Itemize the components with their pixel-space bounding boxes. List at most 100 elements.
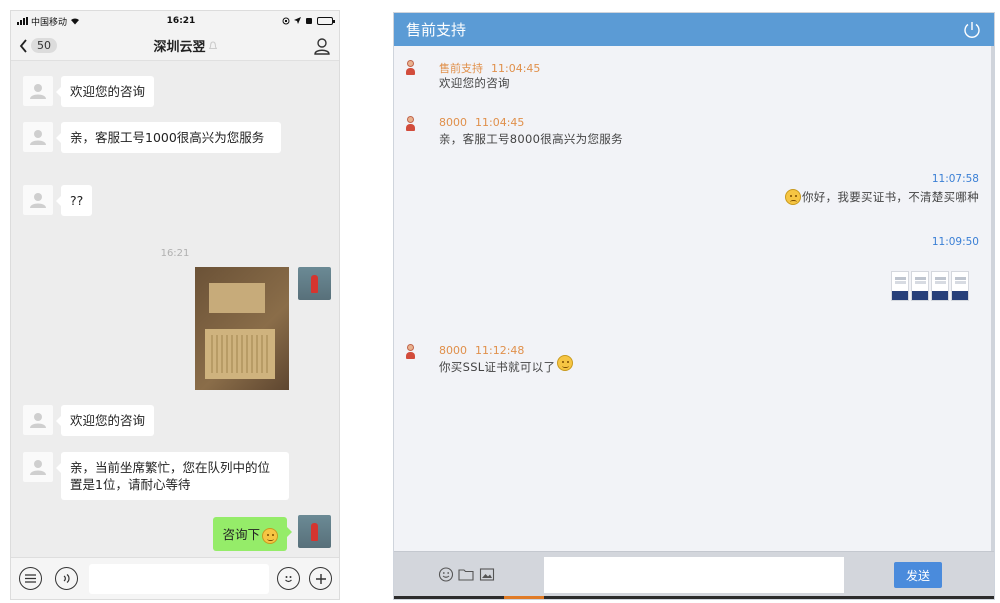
scrollbar[interactable] [991, 46, 994, 551]
chat-timestamp: 16:21 [160, 248, 190, 259]
folder-icon [458, 569, 474, 581]
footer-divider [394, 596, 994, 599]
emoji-face-icon [438, 567, 454, 582]
battery-icon [316, 17, 335, 25]
mobile-chat-screen: 中国移动 16:21 50 深圳云翌 欢迎您的咨询 亲，客服工号1000很高兴为… [10, 10, 340, 600]
certificate-thumbnail [891, 271, 909, 301]
user-message: 你好，我要买证书，不清楚买哪种 [785, 189, 979, 205]
chevron-left-icon [19, 38, 27, 53]
avatar-figure [311, 523, 318, 541]
message-meta: 8000 11:04:45 [439, 116, 524, 129]
message-bubble: 亲，当前坐席繁忙，您在队列中的位置是1位，请耐心等待 [56, 452, 289, 500]
message-meta: 8000 11:12:48 [439, 344, 524, 357]
signal-icon [17, 17, 28, 25]
emoji-face-icon [285, 576, 292, 583]
message-meta: 售前支持 11:04:45 [439, 60, 540, 76]
photo-plaque [209, 283, 265, 313]
message-time: 11:09:50 [931, 236, 979, 248]
status-time: 16:21 [166, 16, 196, 26]
agent-avatar [23, 122, 53, 152]
agent-avatar [23, 405, 53, 435]
message-bubble: ?? [55, 185, 93, 216]
agent-avatar [23, 185, 53, 215]
location-icon [293, 17, 301, 24]
status-left: 中国移动 [17, 15, 80, 28]
emoji-button[interactable] [438, 567, 454, 582]
send-button[interactable]: 发送 [894, 562, 942, 588]
contact-profile-button[interactable] [313, 37, 331, 55]
unread-count-badge: 50 [31, 38, 57, 53]
lock-rotation-icon [282, 17, 290, 25]
chat-nav-bar: 50 深圳云翌 [11, 31, 339, 61]
voice-button[interactable] [55, 567, 78, 590]
footer-accent [504, 596, 544, 599]
smile-emoji-icon [557, 355, 574, 371]
sent-photo-message[interactable] [195, 267, 289, 390]
certificate-thumbnail [951, 271, 969, 301]
message-text: 亲，客服工号8000很高兴为您服务 [439, 132, 623, 146]
photo-plaque [205, 329, 275, 379]
message-list: 欢迎您的咨询 亲，客服工号1000很高兴为您服务 ?? 16:21 欢迎您的咨询… [11, 62, 339, 557]
default-avatar-icon [30, 460, 46, 475]
message-time: 11:12:48 [475, 344, 525, 357]
alarm-icon [305, 18, 312, 24]
back-button[interactable]: 50 [19, 38, 57, 53]
sent-message-text: 咨询下 [222, 527, 260, 542]
window-title: 售前支持 [406, 21, 467, 39]
mobile-input-bar [11, 557, 339, 599]
user-avatar[interactable] [298, 515, 331, 548]
message-bubble: 亲，客服工号1000很高兴为您服务 [56, 122, 281, 153]
voice-wave-icon [63, 574, 70, 583]
message-bubble: 欢迎您的咨询 [55, 76, 155, 107]
person-icon [314, 37, 330, 55]
agent-avatar-icon [404, 116, 416, 132]
agent-avatar [23, 452, 53, 482]
chat-title: 深圳云翌 [153, 36, 217, 55]
default-avatar-icon [30, 130, 46, 145]
avatar-figure [311, 275, 318, 293]
message-text: 你好，我要买证书，不清楚买哪种 [802, 190, 979, 204]
sent-image-message[interactable] [891, 271, 969, 301]
agent-avatar [23, 76, 53, 106]
menu-toggle-button[interactable] [19, 567, 42, 590]
smile-emoji-icon [262, 527, 278, 544]
wifi-icon [71, 18, 80, 25]
image-icon [479, 568, 495, 581]
chat-window-header: 售前支持 [394, 13, 994, 46]
image-button[interactable] [479, 567, 495, 582]
emoji-button[interactable] [277, 567, 300, 590]
user-avatar[interactable] [298, 267, 331, 300]
page: 中国移动 16:21 50 深圳云翌 欢迎您的咨询 亲，客服工号1000很高兴为… [0, 0, 1000, 603]
chat-message-input[interactable] [544, 557, 844, 593]
power-icon [964, 21, 980, 38]
sender-name: 售前支持 [439, 62, 483, 75]
certificate-thumbnail [911, 271, 929, 301]
default-avatar-icon [30, 84, 46, 99]
file-button[interactable] [458, 567, 474, 582]
plus-icon [315, 573, 326, 584]
sender-name: 8000 [439, 344, 467, 357]
agent-avatar-icon [404, 60, 416, 76]
default-avatar-icon [30, 413, 46, 428]
status-right [282, 17, 335, 25]
message-time: 11:07:58 [931, 173, 979, 185]
chat-title-text: 深圳云翌 [153, 40, 206, 55]
message-bubble: 欢迎您的咨询 [55, 405, 155, 436]
add-more-button[interactable] [309, 567, 332, 590]
sent-message-bubble: 咨询下 [213, 517, 292, 551]
menu-lines-icon [25, 574, 36, 583]
message-text: 欢迎您的咨询 [439, 76, 510, 90]
carrier-label: 中国移动 [31, 17, 68, 28]
agent-avatar-icon [404, 344, 416, 360]
message-text-row: 你买SSL证书就可以了 [439, 355, 574, 375]
default-avatar-icon [30, 193, 46, 208]
mute-bell-icon [208, 41, 217, 49]
web-chat-window: 售前支持 售前支持 11:04:45 欢迎您的咨询 8000 11:04:45 亲，… [393, 12, 995, 600]
message-input[interactable] [89, 564, 269, 594]
certificate-thumbnail [931, 271, 949, 301]
message-text: 你买SSL证书就可以了 [439, 360, 556, 374]
message-time: 11:04:45 [475, 116, 525, 129]
status-bar: 中国移动 16:21 [11, 11, 339, 31]
sender-name: 8000 [439, 116, 467, 129]
power-close-button[interactable] [962, 20, 982, 40]
